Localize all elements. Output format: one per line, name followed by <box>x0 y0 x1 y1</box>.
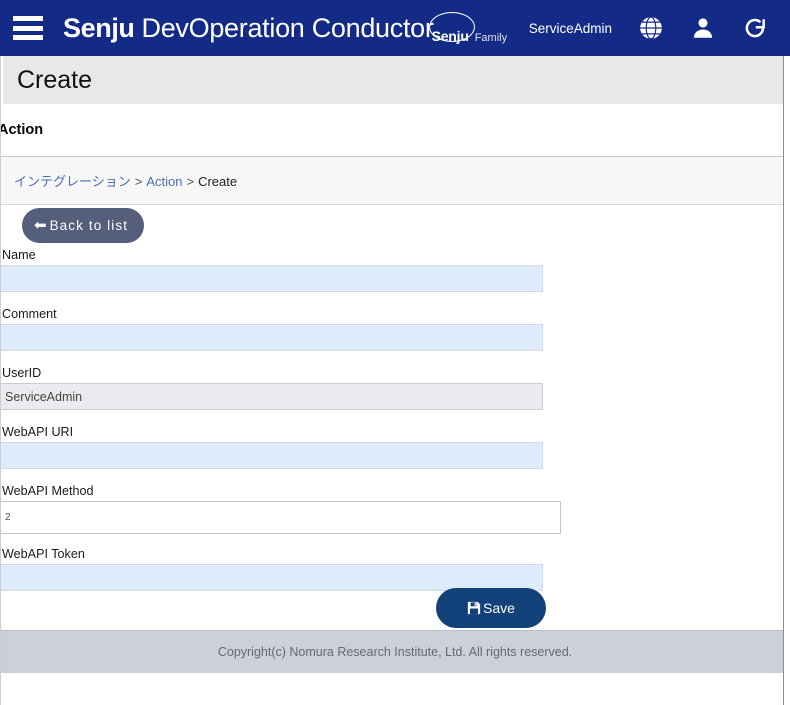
application-page: Senju DevOperation Conductor Senju Famil… <box>0 0 790 705</box>
hamburger-icon[interactable] <box>13 16 43 40</box>
field-label-webapi-token: WebAPI Token <box>2 547 85 561</box>
save-label: Save <box>483 600 515 616</box>
field-name: Name <box>0 248 790 292</box>
breadcrumb-item-action[interactable]: Action <box>146 174 182 189</box>
scrollbar-track[interactable] <box>784 56 790 705</box>
section-title-label: Action <box>0 122 44 138</box>
copyright-text: Copyright(c) Nomura Research Institute, … <box>217 645 573 659</box>
form-body: ⬅ Back to list Name Comment UserID WebAP… <box>0 205 790 630</box>
breadcrumb-separator: > <box>134 174 143 189</box>
action-form: Name Comment UserID WebAPI URI WebAPI Me… <box>0 248 790 591</box>
field-comment: Comment <box>0 307 790 351</box>
hamburger-bar <box>13 25 43 31</box>
floppy-save-icon <box>467 601 481 615</box>
webapi-token-input[interactable] <box>0 564 543 591</box>
hamburger-bar <box>13 35 43 40</box>
senju-family-mark: Senju Family <box>428 11 508 44</box>
field-webapi-uri: WebAPI URI <box>0 425 790 469</box>
webapi-uri-input[interactable] <box>0 442 543 469</box>
brand-logo: Senju DevOperation Conductor Senju Famil… <box>63 11 508 44</box>
userid-input <box>0 383 543 410</box>
page-title: Create <box>17 65 93 94</box>
section-title-bar: Action <box>0 104 790 157</box>
header-actions: ServiceAdmin <box>529 15 790 41</box>
page-left-border <box>0 56 1 705</box>
field-label-comment: Comment <box>2 307 57 321</box>
brand-name-bold: Senju <box>63 12 135 43</box>
breadcrumb-separator: > <box>186 174 195 189</box>
page-bottom-area <box>0 673 790 705</box>
hamburger-bar <box>13 16 43 21</box>
arrow-left-icon: ⬅ <box>34 217 47 234</box>
globe-icon[interactable] <box>638 15 664 41</box>
app-header: Senju DevOperation Conductor Senju Famil… <box>0 0 790 56</box>
breadcrumb: インテグレーション > Action > Create <box>0 157 790 205</box>
ellipse-outline-icon <box>428 11 475 42</box>
save-button[interactable]: Save <box>436 588 546 628</box>
field-webapi-token: WebAPI Token <box>0 547 790 591</box>
page-footer: Copyright(c) Nomura Research Institute, … <box>0 630 790 673</box>
name-input[interactable] <box>0 265 543 292</box>
back-to-list-button[interactable]: ⬅ Back to list <box>22 208 145 243</box>
comment-input[interactable] <box>0 324 543 351</box>
family-mark-word: Family <box>474 31 508 44</box>
user-icon[interactable] <box>690 15 716 41</box>
brand-name-light: DevOperation Conductor <box>141 12 434 43</box>
current-user-label: ServiceAdmin <box>528 20 612 36</box>
field-webapi-method: WebAPI Method <box>0 484 790 534</box>
webapi-method-input[interactable] <box>0 501 561 534</box>
breadcrumb-item-integration[interactable]: インテグレーション <box>14 174 131 189</box>
refresh-icon[interactable] <box>742 15 768 41</box>
field-label-name: Name <box>2 248 36 262</box>
field-label-webapi-uri: WebAPI URI <box>2 425 74 439</box>
field-label-webapi-method: WebAPI Method <box>2 484 94 498</box>
back-to-list-label: Back to list <box>49 218 129 233</box>
page-title-bar: Create <box>0 56 790 104</box>
field-userid: UserID <box>0 366 790 410</box>
field-label-userid: UserID <box>2 366 42 380</box>
page-right-border <box>783 56 784 705</box>
breadcrumb-item-create: Create <box>198 174 238 189</box>
